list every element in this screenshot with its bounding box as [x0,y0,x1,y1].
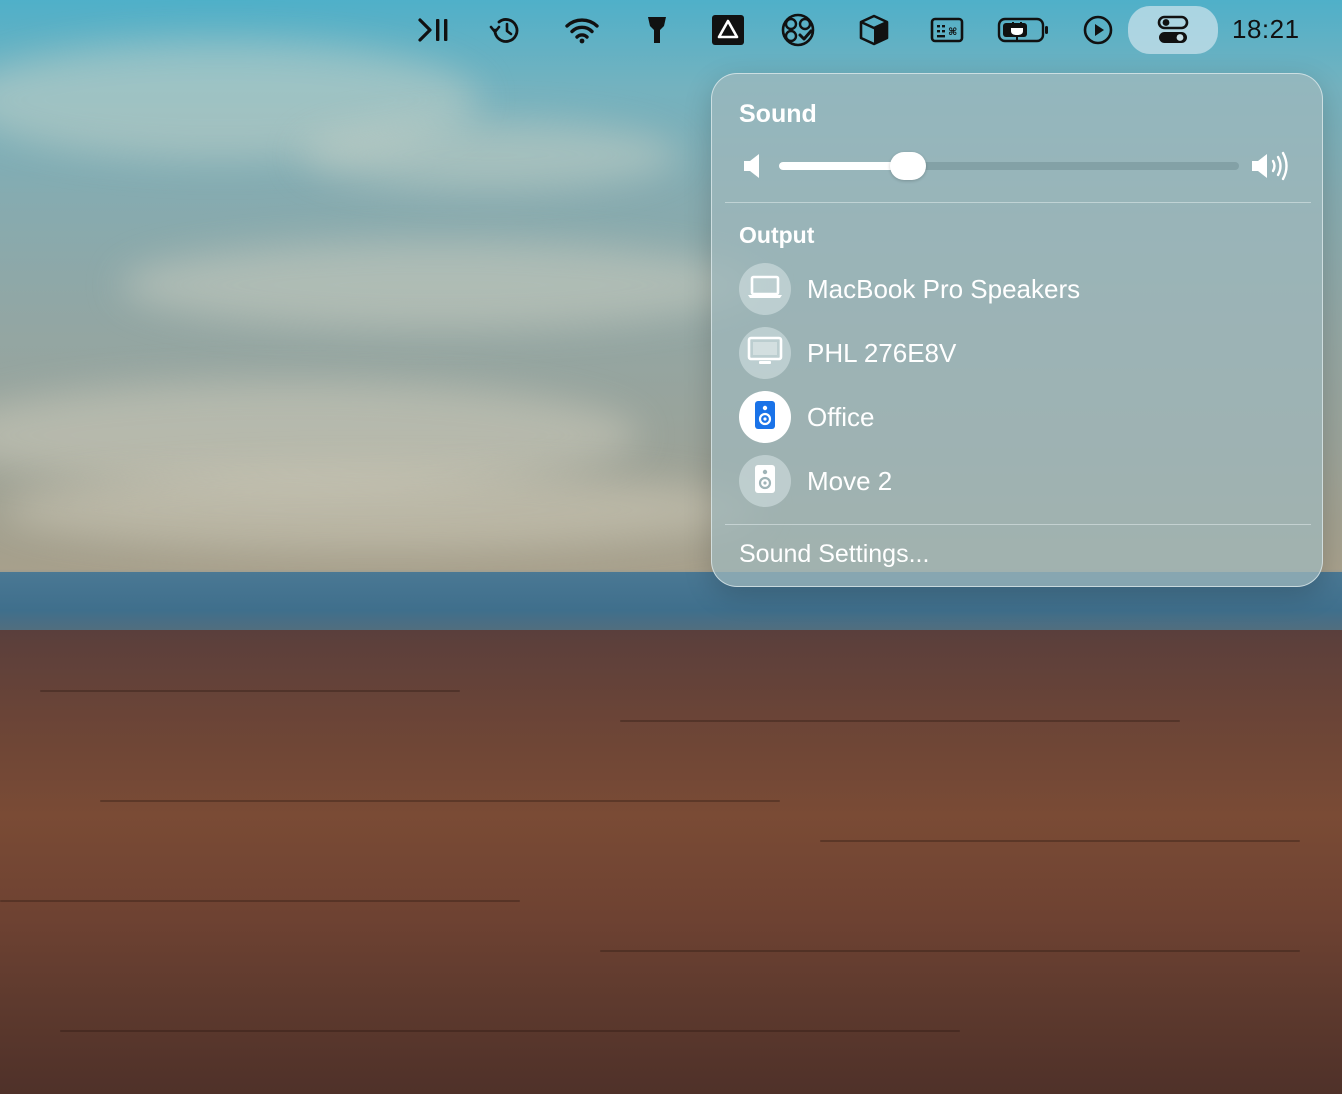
output-device-office[interactable]: Office [739,391,1299,445]
device-label: PHL 276E8V [807,338,957,368]
package-icon[interactable] [854,12,894,48]
volume-high-icon [1250,150,1296,187]
output-section-title: Output [739,222,815,248]
device-icon-circle [739,263,791,315]
volume-low-icon [742,152,766,185]
sound-settings-link[interactable]: Sound Settings... [739,540,929,569]
speaker-icon [753,400,777,435]
keyboard-viewer-icon[interactable]: ⌘ [926,12,968,48]
sound-panel-title: Sound [739,100,817,128]
time-machine-icon[interactable] [486,12,526,48]
monitor-icon [747,336,783,371]
output-device-phl-276e8v[interactable]: PHL 276E8V [739,327,1299,381]
play-pause-icon[interactable] [414,12,454,48]
app-badge-icon[interactable] [776,12,820,48]
play-circle-icon[interactable] [1080,12,1116,48]
device-label: MacBook Pro Speakers [807,274,1081,304]
flashlight-icon[interactable] [640,12,674,48]
device-icon-circle-selected [739,391,791,443]
speaker-icon [753,464,777,499]
drive-icon[interactable] [708,12,748,48]
control-center-icon[interactable] [1128,6,1218,54]
divider [725,524,1311,525]
volume-slider[interactable] [779,152,1239,180]
output-device-macbook-pro-speakers[interactable]: MacBook Pro Speakers [739,263,1299,317]
menu-bar: ⌘ 18:21 [0,0,1342,60]
divider [725,202,1311,203]
menu-bar-clock[interactable]: 18:21 [1232,14,1300,45]
svg-text:⌘: ⌘ [948,27,957,38]
battery-icon[interactable] [996,12,1052,48]
canyon-landscape [0,630,1342,1094]
wifi-icon[interactable] [562,12,602,48]
device-label: Office [807,402,875,432]
laptop-icon [746,274,784,305]
device-icon-circle [739,455,791,507]
volume-slider-fill [779,162,908,170]
volume-slider-thumb[interactable] [889,152,926,180]
output-device-move-2[interactable]: Move 2 [739,455,1299,509]
volume-control [739,148,1299,184]
device-icon-circle [739,327,791,379]
device-label: Move 2 [807,466,893,496]
sound-panel: Sound Output MacBook Pro Speakers PHL 27… [711,73,1323,587]
